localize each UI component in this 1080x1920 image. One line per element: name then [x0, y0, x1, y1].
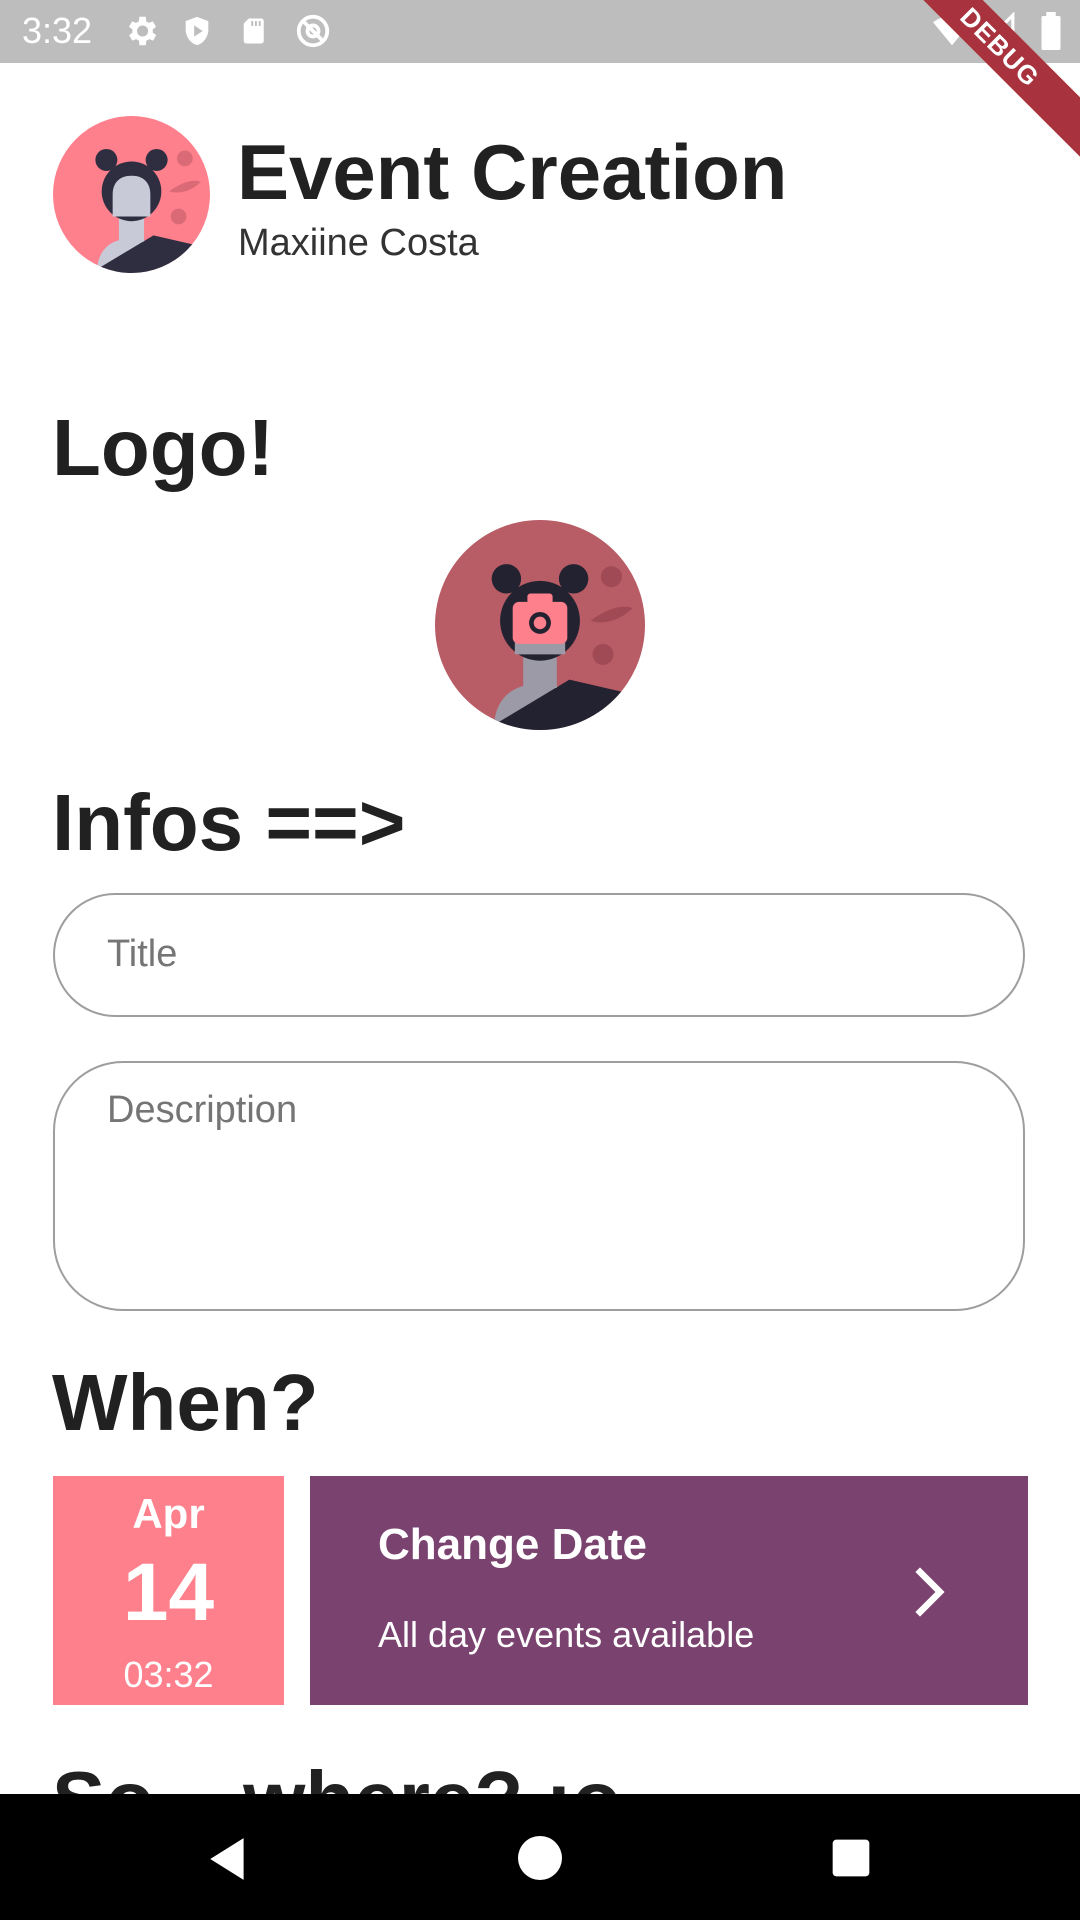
recents-icon[interactable] [829, 1834, 873, 1882]
user-name: Maxiine Costa [238, 222, 479, 264]
logo-heading: Logo! [52, 403, 275, 492]
infos-heading: Infos ==> [52, 778, 406, 867]
sd-card-icon [243, 18, 264, 44]
status-bar: 3:32 [0, 0, 1080, 63]
change-date-title: Change Date [378, 1520, 647, 1569]
status-time: 3:32 [22, 10, 93, 51]
when-heading: When? [52, 1358, 319, 1447]
home-icon[interactable] [516, 1834, 564, 1882]
description-placeholder: Description [107, 1089, 298, 1131]
header-avatar[interactable] [53, 116, 210, 273]
date-day: 14 [122, 1547, 215, 1638]
shield-icon [185, 16, 209, 46]
date-month: Apr [132, 1490, 205, 1537]
title-placeholder: Title [107, 933, 178, 975]
settings-icon [128, 16, 157, 46]
navigation-bar [0, 1794, 1080, 1920]
date-time: 03:32 [123, 1654, 214, 1695]
logo-picker[interactable] [435, 520, 645, 730]
change-date-subtitle: All day events available [378, 1614, 755, 1655]
date-display: Apr 14 03:32 [53, 1476, 284, 1705]
title-input[interactable]: Title [53, 893, 1025, 1017]
page-title: Event Creation [237, 128, 788, 216]
description-input[interactable]: Description [53, 1061, 1025, 1311]
change-date-button[interactable]: Change Date All day events available [310, 1476, 1028, 1705]
battery-icon [1041, 12, 1061, 50]
no-location-icon [296, 14, 330, 48]
back-icon[interactable] [204, 1834, 254, 1884]
chevron-right-icon [915, 1567, 945, 1617]
